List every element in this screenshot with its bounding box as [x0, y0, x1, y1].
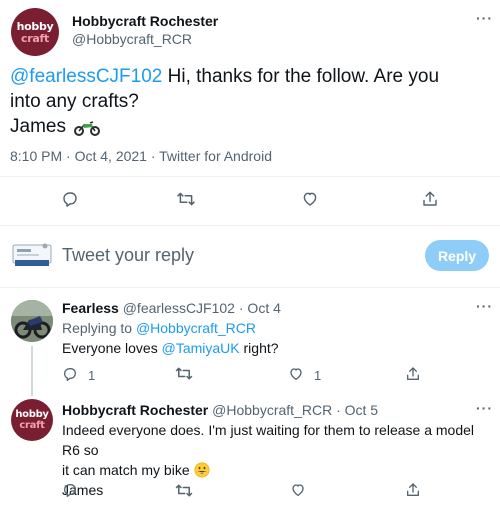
avatar-text: craft [21, 31, 49, 45]
replying-to: Replying to @Hobbycraft_RCR [62, 318, 256, 338]
reply-header: Hobbycraft Rochester @Hobbycraft_RCR · O… [62, 402, 378, 418]
author-handle[interactable]: @Hobbycraft_RCR [72, 31, 192, 47]
mention-link[interactable]: @TamiyaUK [162, 340, 240, 356]
share-icon[interactable] [405, 481, 421, 499]
avatar-text: craft [19, 419, 45, 431]
retweet-icon[interactable] [175, 366, 193, 381]
reply-header: Fearless @fearlessCJF102 · Oct 4 [62, 300, 281, 316]
like-heart-icon[interactable] [301, 190, 319, 208]
author-name[interactable]: Hobbycraft Rochester [72, 13, 218, 29]
reply-text: Everyone loves @TamiyaUK right? [62, 338, 279, 358]
reply-date[interactable]: · Oct 4 [239, 300, 281, 316]
divider [0, 225, 500, 226]
tweet-text-line: Hi, thanks for the follow. Are you [162, 66, 440, 87]
retweet-icon[interactable] [175, 483, 193, 498]
like-heart-icon[interactable] [290, 482, 306, 498]
avatar-text: hobby [16, 19, 54, 33]
reply-text: Indeed everyone does. I'm just waiting f… [62, 420, 494, 500]
reply-text-line: it can match my bike [62, 462, 194, 478]
more-options-icon[interactable]: ··· [476, 400, 493, 416]
reply-icon[interactable] [62, 482, 78, 498]
tweet-timestamp[interactable]: 8:10 PM · Oct 4, 2021 · Twitter for Andr… [10, 148, 272, 164]
reply-icon[interactable] [61, 190, 79, 208]
like-count: 1 [314, 368, 322, 383]
replying-to-label: Replying to [62, 320, 136, 336]
reply-text-part: right? [239, 340, 279, 356]
user-avatar-icon[interactable] [11, 241, 53, 269]
thread-line [31, 346, 33, 396]
avatar[interactable]: hobby craft [11, 8, 59, 56]
share-icon[interactable] [421, 189, 439, 209]
author-name[interactable]: Fearless [62, 300, 119, 316]
reply-text-part: Everyone loves [62, 340, 162, 356]
divider [0, 176, 500, 177]
motorcycle-emoji-icon [73, 120, 100, 136]
tweet-text-line: James [10, 116, 66, 137]
retweet-icon[interactable] [176, 191, 196, 207]
reply-date[interactable]: · Oct 5 [336, 402, 378, 418]
tweet-text: @fearlessCJF102 Hi, thanks for the follo… [10, 64, 490, 139]
author-handle[interactable]: @fearlessCJF102 [123, 300, 235, 316]
share-icon[interactable] [405, 365, 421, 383]
reply-button[interactable]: Reply [425, 240, 489, 271]
more-options-icon[interactable]: ··· [476, 298, 493, 314]
reply-text-line: James [62, 482, 104, 498]
mention-link[interactable]: @fearlessCJF102 [10, 66, 162, 87]
author-handle[interactable]: @Hobbycraft_RCR [212, 402, 332, 418]
mention-link[interactable]: @Hobbycraft_RCR [136, 320, 256, 336]
avatar-text: hobby [15, 408, 49, 420]
reply-icon[interactable] [62, 366, 78, 382]
more-options-icon[interactable]: ··· [476, 10, 493, 26]
divider [0, 287, 500, 288]
like-heart-icon[interactable] [288, 366, 304, 382]
reply-text-line: Indeed everyone does. I'm just waiting f… [62, 422, 475, 458]
grinning-face-emoji-icon [194, 462, 210, 478]
reply-count: 1 [88, 368, 96, 383]
avatar[interactable]: hobby craft [11, 399, 53, 441]
author-name[interactable]: Hobbycraft Rochester [62, 402, 208, 418]
reply-input[interactable]: Tweet your reply [62, 245, 194, 266]
tweet-text-line: into any crafts? [10, 91, 139, 112]
avatar[interactable] [11, 300, 53, 342]
